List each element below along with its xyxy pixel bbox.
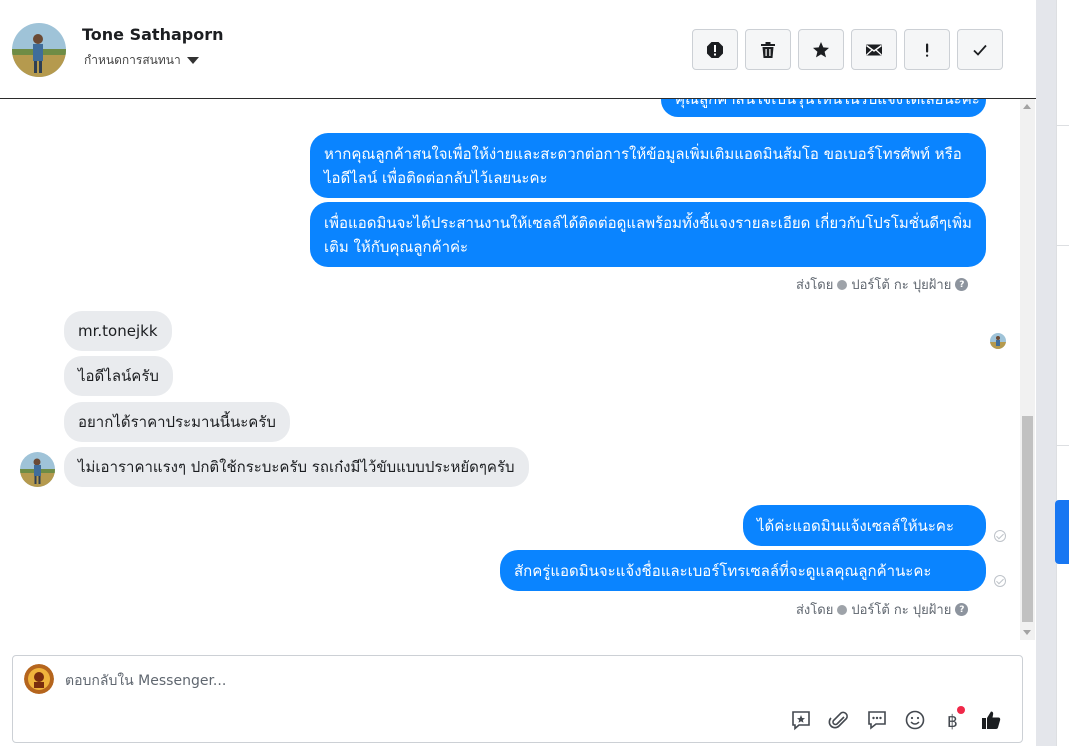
message-text: คุณลูกค้าสนใจเป็นรุ่นไหนในรีบแจ้งได้เลยน… <box>675 99 980 108</box>
contact-name[interactable]: Tone Sathaporn <box>82 25 223 44</box>
check-icon <box>973 44 987 56</box>
attachment-icon[interactable] <box>827 708 851 732</box>
right-sidebar <box>1036 0 1069 746</box>
star-button[interactable] <box>798 29 844 70</box>
scroll-up-arrow-icon[interactable] <box>1023 104 1031 109</box>
page-avatar <box>24 664 54 694</box>
conversation-toolbar <box>692 29 1003 70</box>
conversation-header: Tone Sathaporn กำหนดการสนทนา <box>0 0 1036 99</box>
assign-conversation-dropdown[interactable]: กำหนดการสนทนา <box>84 51 199 70</box>
sidebar-panel <box>1056 0 1069 746</box>
exclamation-icon <box>926 43 929 57</box>
help-icon[interactable]: ? <box>955 603 969 616</box>
scrollbar[interactable] <box>1020 99 1035 640</box>
thumbs-up-icon[interactable] <box>979 708 1003 732</box>
contact-avatar[interactable] <box>12 23 66 77</box>
reply-composer: ฿ <box>12 655 1023 743</box>
reply-input[interactable] <box>65 669 765 693</box>
sidebar-divider <box>1056 445 1069 446</box>
message-text: อยากได้ราคาประมานนี้นะครับ <box>78 413 276 431</box>
message-text: ไอดีไลน์ครับ <box>78 367 159 385</box>
message-text: mr.tonejkk <box>78 322 158 340</box>
seen-avatar <box>990 333 1006 349</box>
message-incoming[interactable]: ไม่เอาราคาแรงๆ ปกติใช้กระบะครับ รถเก๋งมี… <box>64 447 529 487</box>
caret-down-icon <box>186 57 199 64</box>
saved-reply-icon[interactable] <box>789 708 813 732</box>
svg-text:฿: ฿ <box>947 712 958 731</box>
message-text: หากคุณลูกค้าสนใจเพื่อให้ง่ายและสะดวกต่อก… <box>324 145 962 187</box>
mark-spam-button[interactable] <box>692 29 738 70</box>
composer-actions: ฿ <box>789 706 1003 732</box>
delete-button[interactable] <box>745 29 791 70</box>
message-outgoing[interactable]: ได้ค่ะแอดมินแจ้งเซลล์ให้นะคะ <box>743 505 986 546</box>
message-thread[interactable]: คุณลูกค้าสนใจเป็นรุ่นไหนในรีบแจ้งได้เลยน… <box>0 99 1020 640</box>
sent-by-name[interactable]: ปอร์โต้ กะ ปุยฝ้าย <box>851 599 951 620</box>
message-incoming[interactable]: ไอดีไลน์ครับ <box>64 356 173 396</box>
sent-by-info: ส่งโดย ปอร์โต้ กะ ปุยฝ้าย ? <box>796 274 969 295</box>
sent-by-info: ส่งโดย ปอร์โต้ กะ ปุยฝ้าย ? <box>796 599 969 620</box>
help-icon[interactable]: ? <box>955 278 969 291</box>
sidebar-divider <box>1056 245 1069 246</box>
message-incoming[interactable]: อยากได้ราคาประมานนี้นะครับ <box>64 402 290 442</box>
sidebar-divider <box>1056 125 1069 126</box>
delivered-check-icon <box>994 530 1006 542</box>
trash-icon <box>761 41 775 58</box>
message-text: ไม่เอาราคาแรงๆ ปกติใช้กระบะครับ รถเก๋งมี… <box>78 458 515 476</box>
sent-by-label: ส่งโดย <box>796 278 834 293</box>
scrollbar-thumb[interactable] <box>1022 416 1033 622</box>
page-icon <box>837 604 848 615</box>
message-outgoing[interactable]: สักครู่แอดมินจะแจ้งชื่อและเบอร์โทรเซลล์ท… <box>500 550 986 591</box>
assign-label: กำหนดการสนทนา <box>84 53 181 67</box>
message-outgoing[interactable]: เพื่อแอดมินจะได้ประสานงานให้เซลล์ได้ติดต… <box>310 202 986 267</box>
sent-by-label: ส่งโดย <box>796 603 834 618</box>
message-outgoing[interactable]: คุณลูกค้าสนใจเป็นรุ่นไหนในรีบแจ้งได้เลยน… <box>661 99 986 117</box>
alert-octagon-icon <box>707 41 723 58</box>
message-outgoing[interactable]: หากคุณลูกค้าสนใจเพื่อให้ง่ายและสะดวกต่อก… <box>310 133 986 198</box>
message-text: ได้ค่ะแอดมินแจ้งเซลล์ให้นะคะ <box>757 517 955 535</box>
delivered-check-icon <box>994 575 1006 587</box>
message-text: เพื่อแอดมินจะได้ประสานงานให้เซลล์ได้ติดต… <box>324 214 972 256</box>
messenger-inbox: Tone Sathaporn กำหนดการสนทนา คุณลูกค้าสน… <box>0 0 1069 746</box>
page-icon <box>837 279 848 290</box>
baht-payment-icon[interactable]: ฿ <box>941 706 965 732</box>
mark-unread-button[interactable] <box>851 29 897 70</box>
sender-avatar[interactable] <box>20 452 55 487</box>
sidebar-active-button[interactable] <box>1055 500 1069 564</box>
star-icon <box>813 41 829 57</box>
chat-bubble-icon[interactable] <box>865 708 889 732</box>
scroll-down-arrow-icon[interactable] <box>1023 630 1031 635</box>
mail-icon <box>866 44 882 55</box>
message-incoming[interactable]: mr.tonejkk <box>64 311 172 351</box>
follow-up-button[interactable] <box>904 29 950 70</box>
message-text: สักครู่แอดมินจะแจ้งชื่อและเบอร์โทรเซลล์ท… <box>514 562 932 580</box>
mark-done-button[interactable] <box>957 29 1003 70</box>
notification-dot <box>957 706 965 714</box>
emoji-icon[interactable] <box>903 708 927 732</box>
sent-by-name[interactable]: ปอร์โต้ กะ ปุยฝ้าย <box>851 274 951 295</box>
